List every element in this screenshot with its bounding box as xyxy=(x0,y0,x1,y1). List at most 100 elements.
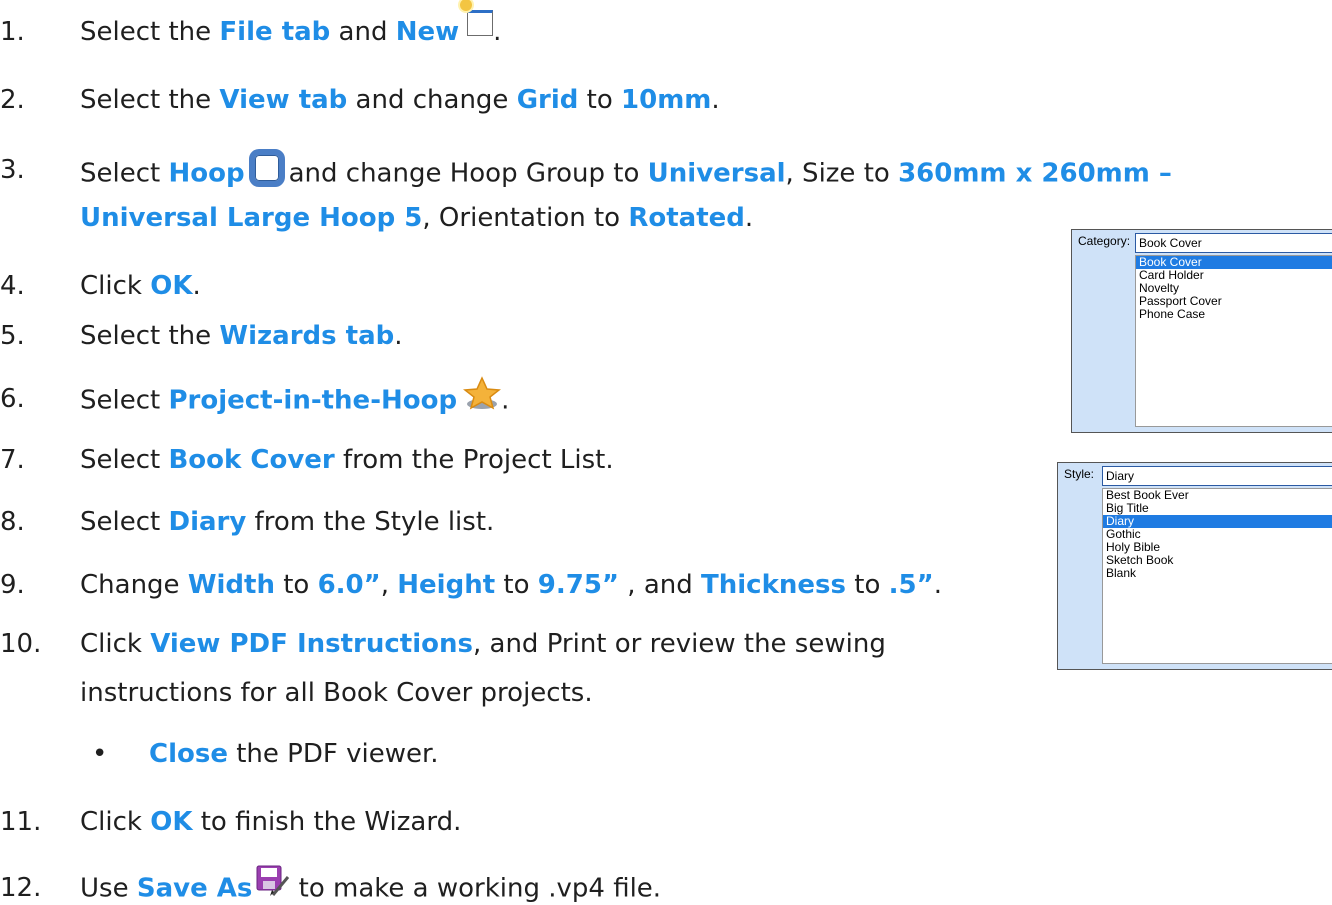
highlight-term: Close xyxy=(149,739,228,769)
step-number: 5. xyxy=(0,321,25,351)
step-text: Select the Wizards tab. xyxy=(80,321,403,351)
highlight-term: Height xyxy=(397,570,496,600)
step-number: 6. xyxy=(0,384,25,414)
step-text: Select Project-in-the-Hoop. xyxy=(80,376,510,418)
highlight-term: .5” xyxy=(888,570,934,600)
step-text-segment: from the Style list. xyxy=(246,507,495,537)
step-number: 7. xyxy=(0,445,25,475)
highlight-term: View PDF Instructions xyxy=(150,629,473,659)
project-in-the-hoop-icon xyxy=(463,376,502,410)
new-sparkle-icon xyxy=(460,0,473,11)
category-list[interactable]: Book Cover Card Holder Novelty Passport Cov… xyxy=(1135,255,1332,427)
step-text-segment: Click xyxy=(80,807,151,837)
highlight-term: OK xyxy=(150,271,193,301)
step-number: 4. xyxy=(0,271,25,301)
step-text-segment: and xyxy=(330,17,396,47)
step-text-segment: and change Hoop Group to xyxy=(288,158,648,189)
step-text: Use Save As to make a working .vp4 file. xyxy=(80,865,662,905)
step-text: Select Hoop and change Hoop Group to Univ… xyxy=(80,149,1172,193)
step-text-segment: Click xyxy=(80,271,151,301)
step-text-segment: , Orientation to xyxy=(422,203,629,233)
highlight-term: Project-in-the-Hoop xyxy=(168,385,458,416)
step-text-segment: Select xyxy=(80,445,169,475)
step-text: Select the File tab and New. xyxy=(80,0,502,47)
step-text-segment: Select the xyxy=(80,17,220,47)
highlight-term: Universal xyxy=(647,158,786,189)
step-text: Close the PDF viewer. xyxy=(149,739,439,769)
save-as-icon xyxy=(256,865,290,897)
step-text-segment: from the Project List. xyxy=(334,445,614,475)
highlight-term: Book Cover xyxy=(168,445,335,475)
list-item[interactable]: Phone Case xyxy=(1136,308,1332,321)
step-number: 2. xyxy=(0,85,25,115)
category-panel: Category: Book Cover Book Cover Card Hold… xyxy=(1071,229,1332,433)
highlight-term: OK xyxy=(150,807,193,837)
new-file-icon xyxy=(460,0,494,36)
list-item[interactable]: Blank xyxy=(1103,567,1332,580)
step-text-segment: to xyxy=(274,570,318,600)
list-item[interactable]: Big Title xyxy=(1103,502,1332,515)
step-text-segment: , xyxy=(380,570,398,600)
step-text-segment: . xyxy=(933,570,942,600)
category-label: Category: xyxy=(1078,234,1131,248)
step-text-segment: . xyxy=(711,85,720,115)
highlight-term: New xyxy=(395,17,460,47)
step-text-segment: , and xyxy=(619,570,702,600)
step-text-segment: Select the xyxy=(80,85,220,115)
highlight-term: 360mm x 260mm – xyxy=(898,158,1172,189)
hoop-icon xyxy=(248,149,285,187)
highlight-term: 6.0” xyxy=(317,570,381,600)
step-text: Select Diary from the Style list. xyxy=(80,507,494,537)
step-number: 10. xyxy=(0,629,42,659)
highlight-term: Rotated xyxy=(628,203,745,233)
style-list[interactable]: Best Book Ever Big Title Diary Gothic Holy B… xyxy=(1102,488,1332,664)
step-text-segment: . xyxy=(493,17,502,47)
list-item[interactable]: Sketch Book xyxy=(1103,554,1332,567)
step-number: 9. xyxy=(0,570,25,600)
step-text-segment: to xyxy=(845,570,889,600)
highlight-term: Wizards tab xyxy=(219,321,395,351)
step-text-segment: Select xyxy=(80,158,169,189)
highlight-term: View tab xyxy=(219,85,348,115)
step-text: instructions for all Book Cover projects… xyxy=(80,678,593,708)
step-number: 1. xyxy=(0,17,25,47)
step-text-segment: . xyxy=(744,203,754,233)
step-text-segment: to finish the Wizard. xyxy=(192,807,462,837)
highlight-term: Diary xyxy=(168,507,247,537)
step-text-segment: the PDF viewer. xyxy=(227,739,439,769)
highlight-term: File tab xyxy=(219,17,331,47)
step-text-segment: Use xyxy=(80,873,137,904)
step-text-segment: . xyxy=(501,385,510,416)
step-text: Universal Large Hoop 5, Orientation to R… xyxy=(80,203,753,233)
step-text-segment: Change xyxy=(80,570,188,600)
bullet: • xyxy=(92,739,108,769)
style-panel: Style: Diary Best Book Ever Big Title Diar… xyxy=(1057,462,1332,670)
style-select[interactable]: Diary xyxy=(1102,466,1332,486)
highlight-term: Save As xyxy=(136,873,253,904)
step-number: 8. xyxy=(0,507,25,537)
step-text-segment: to xyxy=(578,85,622,115)
step-text: Select the View tab and change Grid to 1… xyxy=(80,85,720,115)
step-text-segment: . xyxy=(192,271,201,301)
highlight-term: Grid xyxy=(516,85,579,115)
step-text-segment: Select xyxy=(80,385,169,416)
category-select[interactable]: Book Cover xyxy=(1135,233,1332,253)
step-number: 3. xyxy=(0,155,25,185)
highlight-term: Hoop xyxy=(168,158,245,189)
step-number: 12. xyxy=(0,873,42,903)
highlight-term: Width xyxy=(187,570,275,600)
step-text-segment: Click xyxy=(80,629,151,659)
step-text: Select Book Cover from the Project List. xyxy=(80,445,614,475)
highlight-term: Universal Large Hoop 5 xyxy=(80,203,423,233)
step-text-segment: instructions for all Book Cover projects… xyxy=(80,678,593,708)
step-text-segment: Select the xyxy=(80,321,220,351)
step-text-segment: , and Print or review the sewing xyxy=(472,629,886,659)
step-text: Change Width to 6.0”, Height to 9.75” , … xyxy=(80,570,942,600)
highlight-term: 9.75” xyxy=(537,570,620,600)
step-number: 11. xyxy=(0,807,42,837)
step-text-segment: to make a working .vp4 file. xyxy=(290,873,662,904)
step-text-segment: and change xyxy=(347,85,517,115)
highlight-term: 10mm xyxy=(621,85,712,115)
step-text: Click View PDF Instructions, and Print o… xyxy=(80,629,886,659)
step-text-segment: Select xyxy=(80,507,169,537)
